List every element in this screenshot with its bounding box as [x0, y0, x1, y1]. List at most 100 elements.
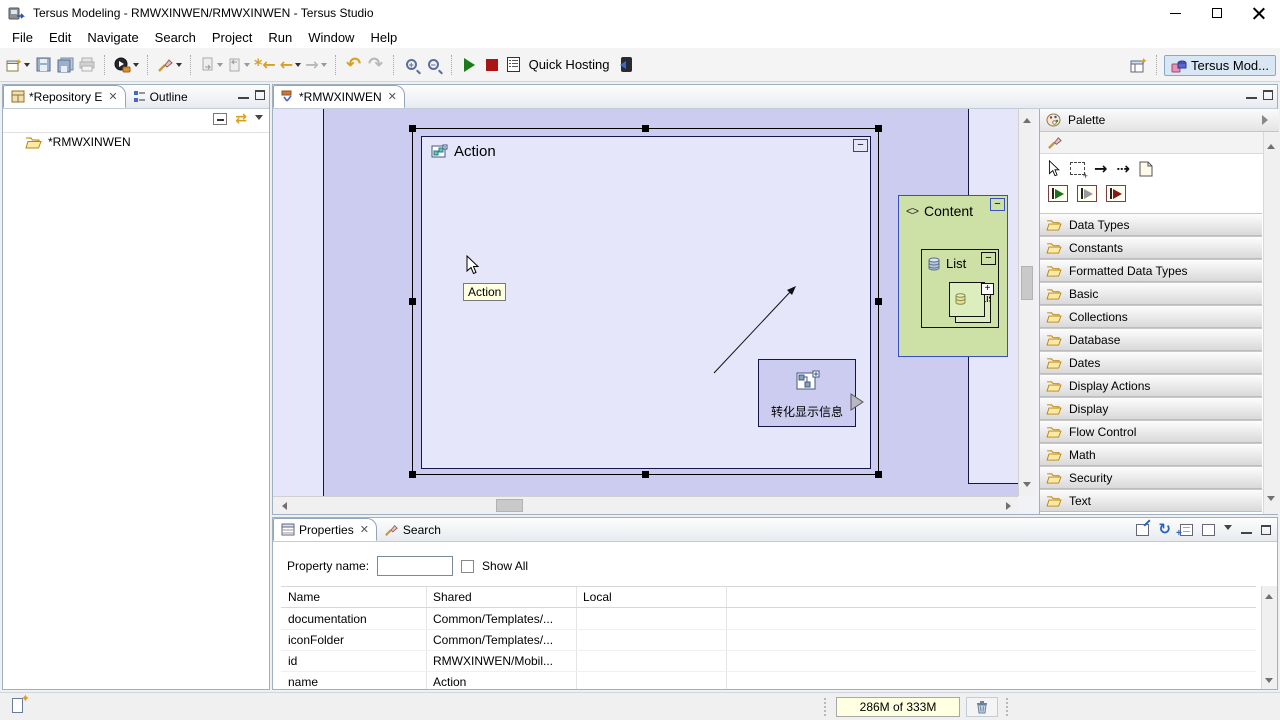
minimize-button[interactable]	[1154, 0, 1196, 26]
palette-category-math[interactable]: Math	[1040, 443, 1262, 466]
selection-handle[interactable]	[409, 471, 416, 478]
table-row-name[interactable]: name Action	[281, 672, 1256, 693]
list-element[interactable]: List − Lis +	[921, 249, 999, 328]
maximize-view-icon[interactable]	[1261, 525, 1271, 535]
table-row-iconfolder[interactable]: iconFolder Common/Templates/...	[281, 630, 1256, 651]
save-all-button[interactable]	[54, 53, 76, 77]
palette-category-data-types[interactable]: Data Types	[1040, 213, 1262, 236]
selection-handle[interactable]	[875, 298, 882, 305]
server-log-button[interactable]	[503, 53, 525, 77]
tab-outline[interactable]: Outline	[126, 85, 195, 108]
refresh-icon[interactable]: ↻	[1158, 522, 1171, 537]
scrollbar-thumb[interactable]	[496, 499, 523, 512]
scrollbar-thumb[interactable]	[1021, 266, 1033, 300]
collapse-content-button[interactable]: −	[990, 198, 1005, 211]
palette-category-security[interactable]: Security	[1040, 466, 1262, 489]
palette-category-constants[interactable]: Constants	[1040, 236, 1262, 259]
properties-scrollbar[interactable]	[1261, 586, 1277, 689]
view-menu-icon[interactable]	[1224, 525, 1232, 534]
property-name-input[interactable]	[377, 556, 453, 576]
scroll-up-icon[interactable]	[1023, 114, 1031, 123]
editor-horizontal-scrollbar[interactable]	[273, 496, 1018, 514]
menu-search[interactable]: Search	[147, 28, 204, 47]
menu-help[interactable]: Help	[362, 28, 405, 47]
menu-file[interactable]: File	[4, 28, 41, 47]
editor-tab-rmwxinwen[interactable]: *RMWXINWEN ✕	[273, 85, 405, 108]
menu-window[interactable]: Window	[300, 28, 362, 47]
show-advanced-icon[interactable]	[1202, 524, 1215, 536]
dashed-arrow-tool-icon[interactable]: ⇢	[1116, 161, 1129, 177]
action-element[interactable]: Action − <> Content −	[421, 136, 871, 469]
maximize-button[interactable]	[1196, 0, 1238, 26]
new-wizard-button[interactable]: ✦	[4, 53, 32, 77]
maximize-view-icon[interactable]	[255, 90, 265, 100]
tree-item-rmwxinwen[interactable]: *RMWXINWEN	[25, 135, 131, 149]
perspective-tersus-modeling[interactable]: Tersus Mod...	[1164, 55, 1276, 76]
selection-handle[interactable]	[875, 471, 882, 478]
note-tool-icon[interactable]	[1139, 161, 1153, 177]
palette-collapse-icon[interactable]	[1262, 115, 1273, 125]
selection-handle[interactable]	[642, 125, 649, 132]
scroll-down-icon[interactable]	[1265, 678, 1273, 687]
back-button[interactable]: ←	[278, 53, 303, 77]
scroll-up-icon[interactable]	[1267, 140, 1275, 149]
drag-handle[interactable]	[824, 698, 827, 716]
print-button[interactable]	[76, 53, 98, 77]
palette-header[interactable]: Palette	[1040, 109, 1279, 132]
drag-handle[interactable]	[1006, 698, 1009, 716]
selection-handle[interactable]	[409, 298, 416, 305]
table-row-id[interactable]: id RMWXINWEN/Mobil...	[281, 651, 1256, 672]
link-with-editor-icon[interactable]: ⇄	[235, 112, 247, 126]
run-model-button[interactable]	[112, 53, 141, 77]
selection-handle[interactable]	[409, 125, 416, 132]
neutral-trigger-tool-icon[interactable]	[1077, 185, 1097, 202]
scroll-down-icon[interactable]	[1267, 496, 1275, 505]
close-button[interactable]	[1238, 0, 1280, 26]
scroll-down-icon[interactable]	[1023, 482, 1031, 491]
select-tool-icon[interactable]	[1048, 160, 1061, 177]
tab-search[interactable]: Search	[377, 518, 448, 541]
stop-trigger-tool-icon[interactable]	[1106, 185, 1126, 202]
run-button[interactable]	[459, 53, 481, 77]
zoom-in-button[interactable]: +	[401, 53, 423, 77]
palette-category-database[interactable]: Database	[1040, 328, 1262, 351]
next-annotation-button[interactable]	[198, 53, 225, 77]
save-button[interactable]	[32, 53, 54, 77]
column-header-name[interactable]: Name	[281, 590, 426, 604]
editor-tab-close-icon[interactable]: ✕	[388, 90, 397, 103]
palette-category-text[interactable]: Text	[1040, 489, 1262, 512]
flow-arrow-tool-icon[interactable]: →	[1094, 161, 1107, 177]
maximize-editor-icon[interactable]	[1263, 90, 1273, 100]
selection-handle[interactable]	[642, 471, 649, 478]
palette-category-flow-control[interactable]: Flow Control	[1040, 420, 1262, 443]
undo-button[interactable]: ↶	[343, 53, 365, 77]
collapse-all-icon[interactable]	[213, 113, 227, 125]
process-element[interactable]: 转化显示信息	[758, 359, 856, 427]
pin-view-icon[interactable]	[1136, 524, 1149, 536]
palette-category-basic[interactable]: Basic	[1040, 282, 1262, 305]
menu-navigate[interactable]: Navigate	[79, 28, 146, 47]
stop-button[interactable]	[481, 53, 503, 77]
palette-category-dates[interactable]: Dates	[1040, 351, 1262, 374]
search-brush-button[interactable]	[155, 53, 184, 77]
palette-scrollbar[interactable]	[1263, 132, 1279, 514]
minimize-editor-icon[interactable]	[1246, 90, 1257, 99]
forward-button[interactable]: →	[303, 53, 328, 77]
menu-run[interactable]: Run	[260, 28, 300, 47]
tab-close-icon[interactable]: ✕	[360, 523, 369, 536]
table-row-documentation[interactable]: documentation Common/Templates/...	[281, 609, 1256, 630]
content-element[interactable]: <> Content − List	[898, 195, 1008, 357]
zoom-out-button[interactable]: −	[423, 53, 445, 77]
tab-close-icon[interactable]: ✕	[108, 90, 117, 103]
selection-handle[interactable]	[875, 125, 882, 132]
redo-button[interactable]: ↷	[365, 53, 387, 77]
run-garbage-collector-button[interactable]	[966, 697, 998, 717]
palette-active-tool-row[interactable]	[1040, 132, 1279, 154]
exit-connector-icon[interactable]	[850, 393, 864, 411]
editor-vertical-scrollbar[interactable]	[1018, 109, 1035, 496]
show-all-checkbox[interactable]	[461, 560, 474, 573]
column-header-local[interactable]: Local	[576, 590, 726, 604]
quick-hosting-label[interactable]: Quick Hosting	[529, 57, 610, 72]
palette-category-collections[interactable]: Collections	[1040, 305, 1262, 328]
scroll-left-icon[interactable]	[278, 502, 287, 510]
